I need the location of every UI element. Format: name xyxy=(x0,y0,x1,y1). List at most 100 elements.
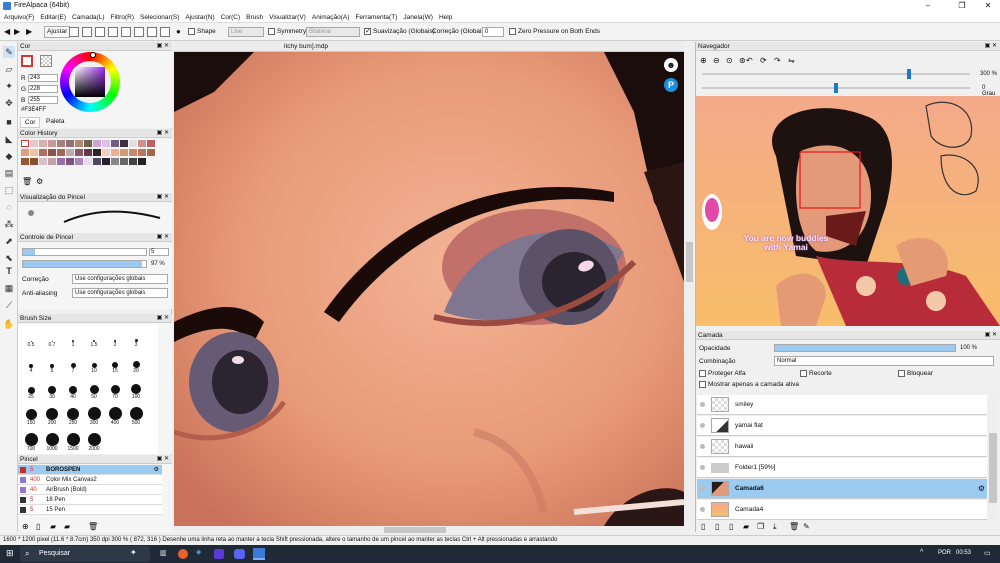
layer-row[interactable]: Folder1 [59%] xyxy=(697,458,987,478)
r-input[interactable]: 243 xyxy=(28,74,58,82)
canvas-hscroll[interactable] xyxy=(174,526,684,534)
shape-checkbox[interactable]: Shape xyxy=(188,28,216,35)
dot-tool-icon[interactable]: ✦ xyxy=(3,80,15,92)
new-layer-1bit-icon[interactable]: ▯ xyxy=(729,522,733,531)
hue-handle[interactable] xyxy=(90,52,96,58)
folder-icon[interactable]: ▰ xyxy=(50,522,56,531)
clock[interactable]: 00:53 xyxy=(956,550,971,556)
zoom-out-icon[interactable]: ⊖ xyxy=(713,56,720,65)
minimize-button[interactable]: – xyxy=(918,1,938,11)
history-swatch[interactable] xyxy=(84,149,92,156)
maximize-button[interactable]: ❐ xyxy=(952,1,972,11)
panel-close-icon[interactable]: ▣ ✕ xyxy=(157,314,169,323)
layer-settings-icon[interactable]: ⚙ xyxy=(978,484,985,493)
history-swatch[interactable] xyxy=(93,140,101,147)
secondary-color-swatch[interactable] xyxy=(40,55,52,67)
brush-list-item[interactable]: 40 AirBrush (Bold) xyxy=(18,485,162,495)
brush-list-item[interactable]: 5 15 Pen xyxy=(18,505,162,515)
brush-size-option[interactable]: 2000 xyxy=(84,432,104,452)
layer-row[interactable]: smiley xyxy=(697,395,987,415)
brush-size-option[interactable]: 1500 xyxy=(63,432,83,452)
merge-down-icon[interactable]: ⤓ xyxy=(773,522,777,532)
history-swatch[interactable] xyxy=(57,158,65,165)
menu-ajustar[interactable]: Ajustar(N) xyxy=(181,12,216,21)
blend-mode-select[interactable]: Normal xyxy=(774,356,994,366)
lock-checkbox[interactable]: Bloquear xyxy=(898,370,933,377)
select-pen-icon[interactable]: ⬈ xyxy=(3,235,15,247)
history-swatch[interactable] xyxy=(93,158,101,165)
brush-size-option[interactable]: 0.5 xyxy=(21,328,41,348)
show-active-checkbox[interactable]: Mostrar apenas a camada ativa xyxy=(699,381,799,388)
history-swatch[interactable] xyxy=(102,149,110,156)
tab-cor[interactable]: Cor xyxy=(20,117,41,128)
history-swatch[interactable] xyxy=(21,140,29,147)
rotate-reset-icon[interactable]: ⟳ xyxy=(760,56,767,65)
brush-size-option[interactable]: 300 xyxy=(84,406,104,426)
layer-row[interactable]: Camada4 xyxy=(697,500,987,520)
history-swatch[interactable] xyxy=(111,149,119,156)
layer-visibility-icon[interactable] xyxy=(700,402,705,407)
move-tool-icon[interactable]: ✥ xyxy=(3,97,15,109)
layer-opacity-slider[interactable] xyxy=(774,344,956,352)
primary-color-swatch[interactable] xyxy=(21,55,33,67)
brush-size-option[interactable]: 1.5 xyxy=(84,328,104,348)
panel-close-icon[interactable]: ▣ ✕ xyxy=(157,233,169,242)
menu-cor[interactable]: Cor(C) xyxy=(217,12,243,21)
menu-ferramenta[interactable]: Ferramenta(T) xyxy=(351,12,399,21)
brush-size-option[interactable]: 20 xyxy=(126,354,146,374)
ajustar-button[interactable]: Ajustar xyxy=(44,26,71,38)
new-layer-8bit-icon[interactable]: ▯ xyxy=(715,522,719,531)
pixiv-icon[interactable]: P xyxy=(664,78,678,92)
history-swatch[interactable] xyxy=(138,149,146,156)
rotation-slider[interactable] xyxy=(702,83,970,93)
prev-frame-icon[interactable]: ◀ xyxy=(4,27,10,36)
brush-size-option[interactable]: 400 xyxy=(105,406,125,426)
menu-camada[interactable]: Camada(L) xyxy=(68,12,107,21)
anti-aliasing-select[interactable]: Use configurações globais xyxy=(72,288,168,298)
hex-value[interactable]: #F3E4FF xyxy=(21,107,46,113)
brush-size-option[interactable]: 200 xyxy=(42,406,62,426)
steam-icon[interactable]: ◈ xyxy=(196,548,201,556)
brush-list-item[interactable]: 5 18 Pen xyxy=(18,495,162,505)
symmetry-checkbox[interactable]: Symmetry xyxy=(268,28,306,35)
snap-vanish-icon[interactable] xyxy=(108,27,118,37)
history-swatch[interactable] xyxy=(30,140,38,147)
menu-selecionar[interactable]: Selecionar(S) xyxy=(136,12,181,21)
color-wheel[interactable] xyxy=(60,52,120,112)
open-folder-icon[interactable]: ▰ xyxy=(64,522,70,531)
firefox-icon[interactable] xyxy=(178,549,188,559)
fill-tool-icon[interactable]: ◆ xyxy=(3,150,15,162)
brush-size-option[interactable]: 50 xyxy=(84,380,104,400)
history-swatch[interactable] xyxy=(75,158,83,165)
brush-size-slider[interactable] xyxy=(22,248,147,256)
brush-size-option[interactable]: 3 xyxy=(126,328,146,348)
task-view-icon[interactable]: ▥ xyxy=(160,549,167,557)
history-swatch[interactable] xyxy=(48,140,56,147)
brush-size-option[interactable]: 2 xyxy=(105,328,125,348)
play-icon[interactable]: ▶ xyxy=(26,27,32,36)
brush-size-option[interactable]: 1 xyxy=(63,328,83,348)
history-swatch[interactable] xyxy=(21,149,29,156)
tab-paleta[interactable]: Paleta xyxy=(42,117,68,126)
discord-icon[interactable] xyxy=(234,549,245,559)
firealpaca-taskbar-icon[interactable] xyxy=(253,548,265,560)
menu-help[interactable]: Help xyxy=(435,12,454,21)
history-swatch[interactable] xyxy=(129,158,137,165)
new-folder-icon[interactable]: ▰ xyxy=(743,522,749,531)
canvas-tab[interactable]: itchy bum].mdp xyxy=(284,43,328,50)
brush-size-option[interactable]: 40 xyxy=(63,380,83,400)
brush-size-option[interactable]: 30 xyxy=(42,380,62,400)
protect-alpha-checkbox[interactable]: Proteger Alfa xyxy=(699,370,746,377)
divide-tool-icon[interactable]: ▦ xyxy=(3,282,15,294)
tray-chevron-icon[interactable]: ^ xyxy=(920,549,923,556)
brush-size-option[interactable]: 7 xyxy=(63,354,83,374)
delete-brush-icon[interactable]: 🗑 xyxy=(88,522,98,531)
language-indicator[interactable]: POR xyxy=(938,550,951,556)
brush-size-option[interactable]: 0.7 xyxy=(42,328,62,348)
brush-size-option[interactable]: 100 xyxy=(126,380,146,400)
history-swatch[interactable] xyxy=(30,158,38,165)
history-swatch[interactable] xyxy=(111,140,119,147)
panel-close-icon[interactable]: ▣ ✕ xyxy=(157,193,169,202)
history-swatch[interactable] xyxy=(93,149,101,156)
layer-row[interactable]: yamai flat xyxy=(697,416,987,436)
